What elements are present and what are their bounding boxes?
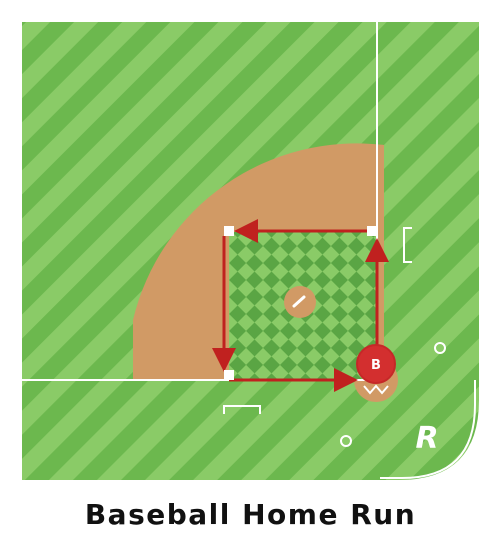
second-base [224, 226, 234, 236]
third-base [224, 370, 234, 380]
diagram-title: Baseball Home Run [84, 498, 417, 531]
baseball-field-diagram: B R [22, 22, 479, 480]
brand-logo: R [415, 421, 438, 456]
first-base [367, 226, 377, 236]
runner-label: B [371, 358, 381, 373]
runner-marker: B [356, 344, 396, 384]
